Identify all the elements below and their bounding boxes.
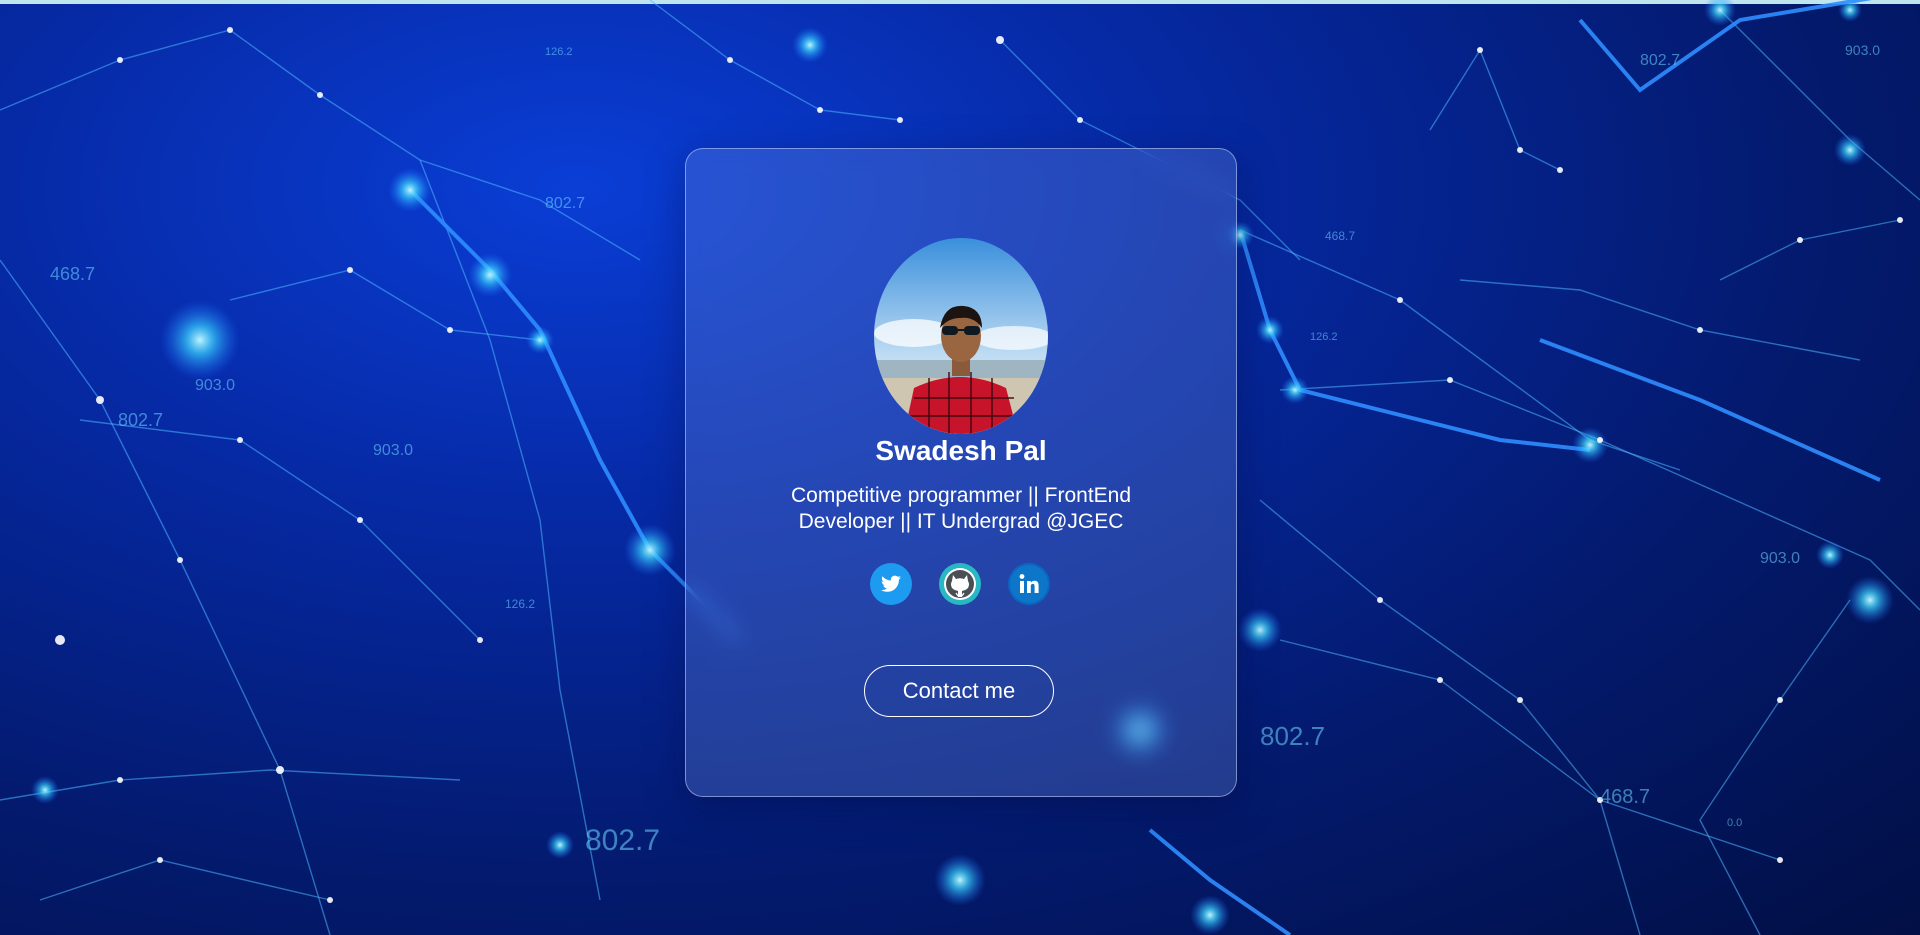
profile-card: Swadesh Pal Competitive programmer || Fr… (685, 148, 1237, 797)
bg-label: 802.7 (118, 410, 163, 430)
bg-label: 903.0 (1845, 42, 1880, 58)
profile-photo (874, 238, 1048, 434)
linkedin-link[interactable] (1008, 563, 1050, 605)
bg-label: 802.7 (585, 824, 660, 857)
bg-label: 126.2 (505, 597, 535, 611)
avatar-icon (874, 238, 1048, 434)
bg-label: 802.7 (1640, 52, 1680, 69)
profile-name: Swadesh Pal (875, 435, 1047, 466)
social-links (686, 563, 1236, 607)
bg-label: 468.7 (1600, 786, 1650, 808)
bg-label: 802.7 (545, 195, 585, 212)
profile-tagline: Competitive programmer || FrontEnd Devel… (790, 484, 1132, 533)
bg-label: 903.0 (1760, 550, 1800, 567)
bg-label: 802.7 (1260, 721, 1325, 751)
contact-me-button[interactable]: Contact me (864, 665, 1054, 717)
linkedin-icon (1008, 563, 1050, 605)
github-icon (939, 563, 981, 605)
bg-label: 126.2 (545, 46, 573, 58)
bg-label: 0.0 (1727, 817, 1742, 829)
bg-label: 468.7 (50, 264, 95, 284)
bg-label: 126.2 (1310, 331, 1338, 343)
github-link[interactable] (939, 563, 981, 605)
twitter-link[interactable] (870, 563, 912, 605)
twitter-icon (870, 563, 912, 605)
page: 802.7 802.7 802.7 802.7 802.7 126.2 126.… (0, 0, 1920, 935)
bg-label: 468.7 (1325, 229, 1355, 243)
bg-label: 903.0 (195, 377, 235, 394)
bg-label: 903.0 (373, 442, 413, 459)
